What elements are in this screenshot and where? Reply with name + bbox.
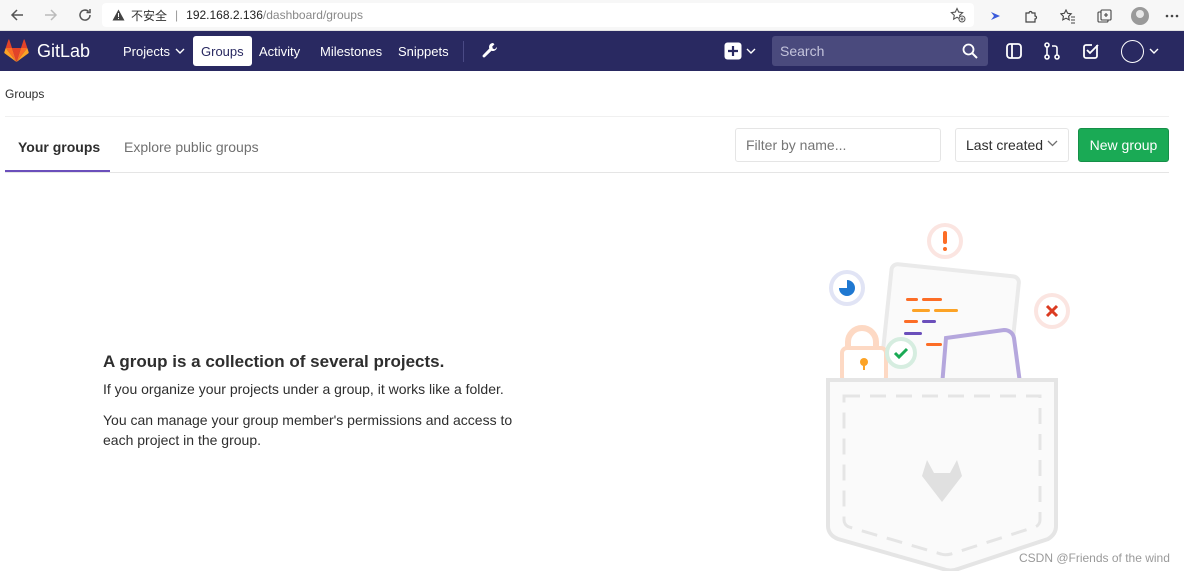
gitlab-logo-icon[interactable] [4,39,29,63]
lock-icon [840,325,888,384]
url-separator: | [175,8,179,22]
breadcrumb-divider [5,116,1169,117]
error-bubble-icon [1034,293,1070,329]
profile-avatar-icon[interactable] [1130,6,1150,26]
plus-square-icon [724,42,742,60]
empty-state-description-1: If you organize your projects under a gr… [103,381,504,397]
nav-groups-label: Groups [201,43,244,59]
address-bar[interactable]: 不安全 | 192.168.2.136 /dashboard/groups [102,3,974,27]
watermark: CSDN @Friends of the wind [1019,551,1170,565]
search-icon[interactable] [962,43,978,59]
filter-by-name-input[interactable] [735,128,941,162]
chevron-down-icon [746,48,756,54]
arrow-left-icon [10,9,23,21]
url-host: 192.168.2.136 [186,8,263,22]
nav-projects-label: Projects [123,43,170,59]
check-bubble-icon [885,337,917,369]
favorite-star-icon[interactable] [950,7,966,26]
reload-icon [79,9,91,21]
sort-dropdown[interactable]: Last created [955,128,1069,162]
chevron-down-icon [1149,48,1159,54]
breadcrumb[interactable]: Groups [5,87,44,101]
extension-icon[interactable] [986,6,1006,26]
search-input[interactable] [772,43,952,59]
groups-empty-illustration [826,223,1070,571]
user-menu[interactable] [1121,39,1163,63]
nav-activity[interactable]: Activity [251,36,308,66]
todos-icon[interactable] [1081,41,1101,61]
empty-state-description-2: You can manage your group member's permi… [103,412,513,448]
nav-snippets-label: Snippets [398,43,449,59]
gitlab-navbar: GitLab Projects Groups Activity Mileston… [0,31,1184,71]
nav-milestones[interactable]: Milestones [312,36,390,66]
pocket-icon [826,378,1058,571]
tab-explore-public-groups[interactable]: Explore public groups [124,139,259,155]
nav-snippets[interactable]: Snippets [390,36,457,66]
empty-state-title: A group is a collection of several proje… [103,352,445,371]
alert-bubble-icon [927,223,963,259]
nav-activity-label: Activity [259,43,301,59]
nav-groups[interactable]: Groups [193,36,252,66]
chevron-down-icon [1047,140,1058,147]
gitlab-brand[interactable]: GitLab [37,41,90,62]
arrow-right-icon [45,9,58,21]
more-options-icon[interactable] [1162,6,1182,26]
new-item-dropdown[interactable] [724,41,758,61]
insecure-label: 不安全 [131,8,168,23]
nav-divider [463,41,464,62]
forward-button[interactable] [34,0,68,31]
sort-selected-label: Last created [966,137,1044,153]
nav-projects[interactable]: Projects [115,36,193,66]
back-button[interactable] [0,0,34,31]
url-path: /dashboard/groups [262,8,363,22]
issues-icon[interactable] [1004,41,1024,61]
chevron-down-icon [175,48,185,54]
merge-request-icon[interactable] [1042,41,1062,61]
tabs-divider [5,172,1169,173]
chart-bubble-icon [829,270,865,306]
favorites-icon[interactable] [1058,6,1078,26]
warning-icon [112,9,126,21]
admin-wrench-icon[interactable] [480,41,500,61]
user-avatar [1121,39,1144,63]
new-group-button[interactable]: New group [1078,128,1169,162]
search-box[interactable] [772,36,988,66]
collections-icon[interactable] [1094,6,1114,26]
puzzle-icon[interactable] [1020,6,1040,26]
tab-your-groups[interactable]: Your groups [18,139,100,155]
nav-milestones-label: Milestones [320,43,383,59]
reload-button[interactable] [68,0,102,31]
